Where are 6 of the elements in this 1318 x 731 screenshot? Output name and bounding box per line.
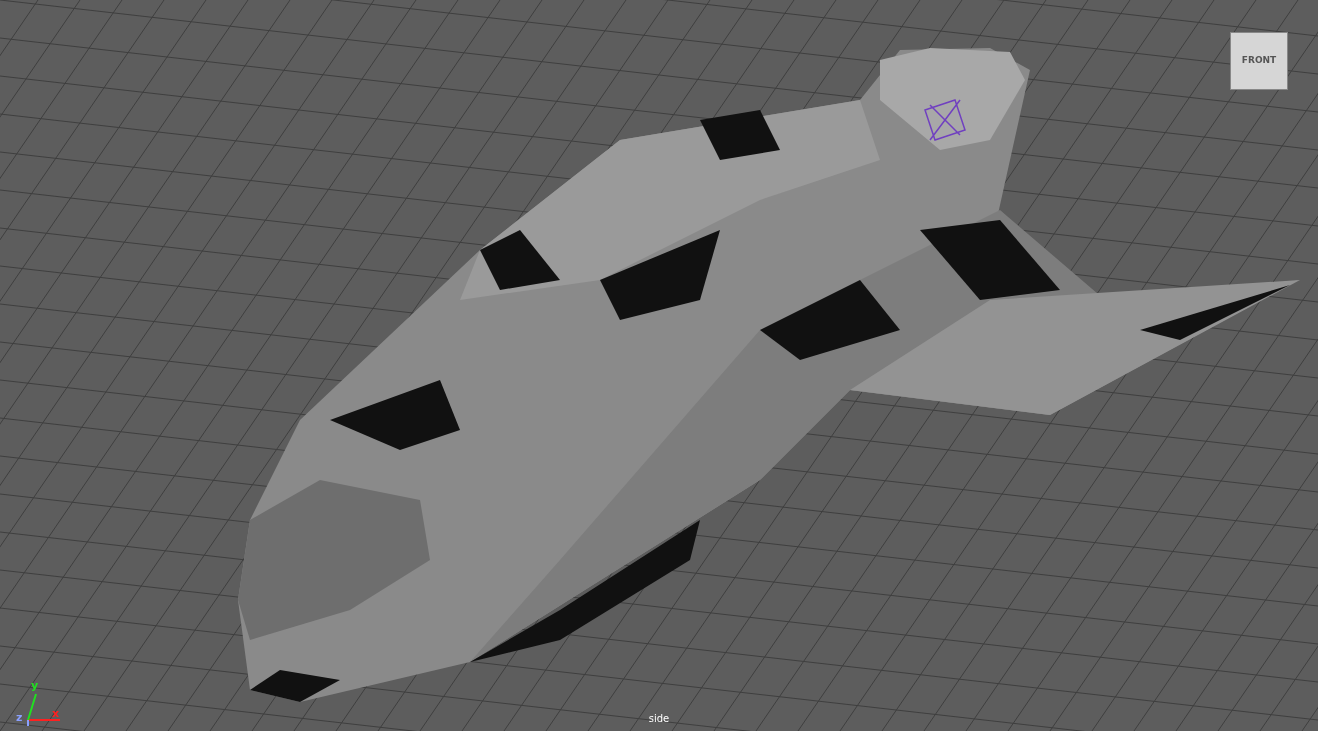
view-cube[interactable]: FRONT xyxy=(1230,32,1288,90)
axis-label: y xyxy=(31,680,39,691)
axis-label: x xyxy=(52,708,60,719)
axis-label: z xyxy=(16,712,23,723)
cube-face-label: FRONT xyxy=(1241,54,1277,68)
camera-label: side xyxy=(648,712,670,726)
